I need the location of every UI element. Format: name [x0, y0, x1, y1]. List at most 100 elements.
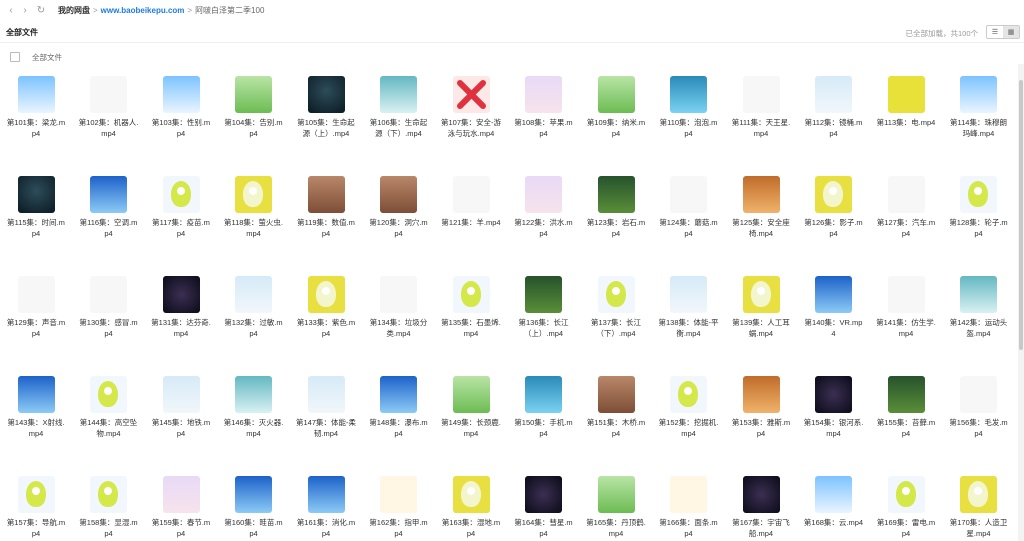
file-item[interactable]: 第132集：过敏.mp4: [218, 272, 290, 339]
video-thumbnail[interactable]: [597, 176, 635, 213]
file-item[interactable]: 第150集：手机.mp4: [508, 372, 580, 439]
file-item[interactable]: 第105集：生命起源（上）.mp4: [290, 72, 362, 139]
video-thumbnail[interactable]: [452, 176, 490, 213]
file-item[interactable]: 第117集：疫苗.mp4: [145, 172, 217, 239]
video-thumbnail[interactable]: [452, 276, 490, 313]
file-item[interactable]: 第153集：雅斯.mp4: [725, 372, 797, 439]
list-view-icon[interactable]: ☰: [987, 26, 1003, 38]
file-item[interactable]: 第146集：灭火器.mp4: [218, 372, 290, 439]
video-thumbnail[interactable]: [90, 376, 127, 413]
video-thumbnail[interactable]: [670, 376, 707, 413]
video-thumbnail[interactable]: [815, 76, 852, 113]
file-item[interactable]: 第159集：春节.mp4: [145, 472, 217, 539]
file-item[interactable]: 第109集：纳米.mp4: [580, 72, 652, 139]
video-thumbnail[interactable]: [525, 176, 562, 213]
video-thumbnail[interactable]: [525, 476, 562, 513]
video-thumbnail[interactable]: [815, 376, 852, 413]
video-thumbnail[interactable]: [90, 76, 127, 113]
file-item[interactable]: 第139集：人工耳蜗.mp4: [725, 272, 797, 339]
file-item[interactable]: 第120集：洞穴.mp4: [363, 172, 435, 239]
video-thumbnail[interactable]: [960, 176, 997, 213]
file-item[interactable]: 第138集：体能-平衡.mp4: [653, 272, 725, 339]
file-item[interactable]: 第163集：湿地.mp4: [435, 472, 507, 539]
file-item[interactable]: 第145集：地铁.mp4: [145, 372, 217, 439]
file-item[interactable]: 第111集：天王星.mp4: [725, 72, 797, 139]
video-thumbnail[interactable]: [960, 376, 997, 413]
video-thumbnail[interactable]: [960, 76, 997, 113]
video-thumbnail[interactable]: [380, 176, 417, 213]
video-thumbnail[interactable]: [162, 476, 200, 513]
file-item[interactable]: 第124集：蘑菇.mp4: [653, 172, 725, 239]
file-item[interactable]: 第126集：影子.mp4: [798, 172, 870, 239]
file-item[interactable]: 第121集：羊.mp4: [435, 172, 507, 228]
video-thumbnail[interactable]: [597, 76, 635, 113]
file-item[interactable]: 第151集：木桥.mp4: [580, 372, 652, 439]
file-item[interactable]: 第103集：性别.mp4: [145, 72, 217, 139]
file-item[interactable]: 第169集：雷电.mp4: [870, 472, 942, 539]
video-thumbnail[interactable]: [17, 276, 55, 313]
video-thumbnail[interactable]: [162, 76, 200, 113]
video-thumbnail[interactable]: [380, 376, 417, 413]
video-thumbnail[interactable]: [235, 276, 272, 313]
file-item[interactable]: 第141集：仿生学.mp4: [870, 272, 942, 339]
file-item[interactable]: 第110集：泡泡.mp4: [653, 72, 725, 139]
file-item[interactable]: 第155集：苔藓.mp4: [870, 372, 942, 439]
video-thumbnail[interactable]: [525, 376, 562, 413]
video-thumbnail[interactable]: [235, 476, 272, 513]
video-thumbnail[interactable]: [235, 176, 272, 213]
video-thumbnail[interactable]: [452, 476, 490, 513]
video-thumbnail[interactable]: [597, 276, 635, 313]
file-item[interactable]: 第162集：指甲.mp4: [363, 472, 435, 539]
file-item[interactable]: 第170集：人造卫星.mp4: [943, 472, 1015, 539]
file-item[interactable]: 第143集：X射线.mp4: [0, 372, 72, 439]
breadcrumb-root[interactable]: 我的网盘: [58, 5, 90, 16]
file-item[interactable]: 第140集：VR.mp4: [798, 272, 870, 339]
file-item[interactable]: 第118集：萤火虫.mp4: [218, 172, 290, 239]
video-thumbnail[interactable]: [235, 376, 272, 413]
video-thumbnail[interactable]: [235, 76, 272, 113]
file-item[interactable]: 第147集：体能-柔韧.mp4: [290, 372, 362, 439]
video-thumbnail[interactable]: [670, 176, 707, 213]
video-thumbnail[interactable]: [742, 376, 780, 413]
video-thumbnail[interactable]: [887, 476, 925, 513]
file-item[interactable]: 第123集：岩石.mp4: [580, 172, 652, 239]
file-item[interactable]: 第127集：汽车.mp4: [870, 172, 942, 239]
video-thumbnail[interactable]: [525, 276, 562, 313]
video-thumbnail[interactable]: [307, 76, 345, 113]
video-thumbnail[interactable]: [162, 176, 200, 213]
file-item[interactable]: 第129集：声音.mp4: [0, 272, 72, 339]
file-item[interactable]: 第160集：畦苗.mp4: [218, 472, 290, 539]
file-item[interactable]: 第137集：长江（下）.mp4: [580, 272, 652, 339]
scrollbar-thumb[interactable]: [1019, 80, 1023, 350]
file-item[interactable]: 第114集：珠穆朗玛峰.mp4: [943, 72, 1015, 139]
video-thumbnail[interactable]: [307, 276, 345, 313]
file-item[interactable]: 第158集：显湿.mp4: [73, 472, 145, 539]
video-thumbnail[interactable]: [90, 176, 127, 213]
video-thumbnail[interactable]: [887, 176, 925, 213]
file-item[interactable]: 第113集：电.mp4: [870, 72, 942, 128]
file-item[interactable]: 第106集：生命起源（下）.mp4: [363, 72, 435, 139]
file-item[interactable]: 第161集：消化.mp4: [290, 472, 362, 539]
video-thumbnail[interactable]: [887, 376, 925, 413]
video-thumbnail[interactable]: [670, 476, 707, 513]
video-thumbnail[interactable]: [452, 376, 490, 413]
file-item[interactable]: 第125集：安全座椅.mp4: [725, 172, 797, 239]
video-thumbnail[interactable]: [670, 276, 707, 313]
video-thumbnail[interactable]: [597, 476, 635, 513]
file-item[interactable]: 第104集：告别.mp4: [218, 72, 290, 139]
file-item[interactable]: 第167集：宇宙飞船.mp4: [725, 472, 797, 539]
file-item[interactable]: 第164集：彗星.mp4: [508, 472, 580, 539]
video-thumbnail[interactable]: [90, 276, 127, 313]
file-item[interactable]: 第144集：高空坠物.mp4: [73, 372, 145, 439]
video-thumbnail[interactable]: [17, 176, 55, 213]
file-item[interactable]: 第156集：毛发.mp4: [943, 372, 1015, 439]
file-item[interactable]: 第122集：洪水.mp4: [508, 172, 580, 239]
file-item[interactable]: 第154集：银河系.mp4: [798, 372, 870, 439]
video-thumbnail[interactable]: [960, 276, 997, 313]
file-item[interactable]: 第142集：运动头盔.mp4: [943, 272, 1015, 339]
video-thumbnail[interactable]: [380, 276, 417, 313]
file-item[interactable]: 第102集：机器人.mp4: [73, 72, 145, 139]
file-item[interactable]: 第148集：瀑布.mp4: [363, 372, 435, 439]
select-all-checkbox[interactable]: [10, 52, 20, 62]
video-thumbnail[interactable]: [452, 76, 490, 113]
